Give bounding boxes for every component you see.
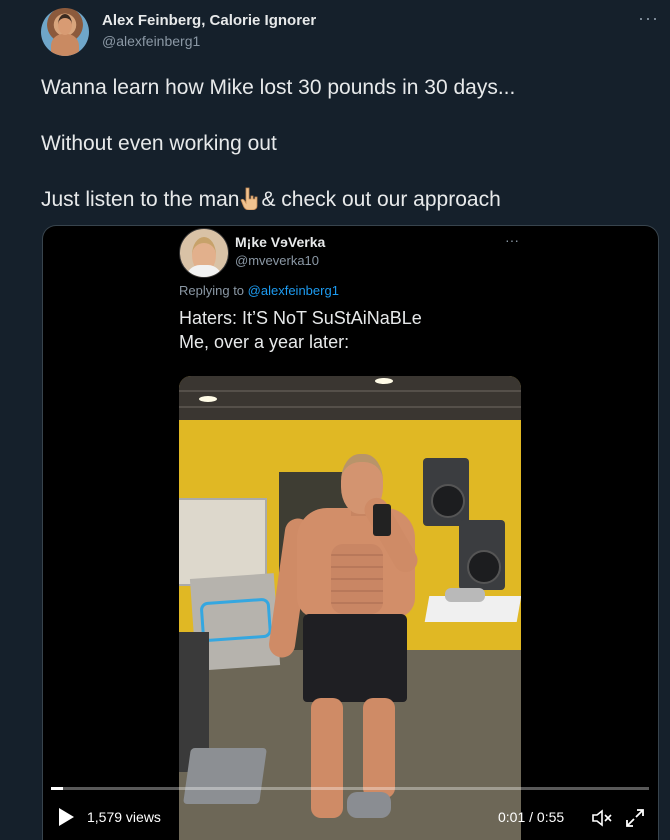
video-player[interactable]: M¡ke VɘVerka @mveverka10 ··· Replying to… (42, 225, 659, 840)
replying-handle: @alexfeinberg1 (247, 283, 339, 298)
speaker-icon (459, 520, 505, 590)
sign-graffiti (199, 597, 273, 643)
avatar-head (58, 14, 72, 35)
pointing-down-emoji-icon (239, 186, 261, 211)
author-name[interactable]: Alex Feinberg, Calorie Ignorer (102, 12, 316, 29)
phone (373, 504, 391, 536)
speaker-cone (467, 550, 501, 584)
avatar-torso (51, 34, 79, 56)
embedded-avatar (179, 228, 229, 278)
speaker-cone (431, 484, 465, 518)
embedded-avatar-shirt (186, 265, 222, 277)
author-avatar[interactable] (41, 8, 89, 56)
embedded-text-line-2: Me, over a year later: (179, 332, 350, 352)
embedded-name: M¡ke VɘVerka (235, 234, 326, 250)
tweet-text: Wanna learn how Mike lost 30 pounds in 3… (41, 74, 641, 242)
more-options-icon[interactable]: ··· (638, 8, 659, 29)
ceiling (179, 376, 521, 420)
replying-to: Replying to @alexfeinberg1 (179, 283, 339, 298)
mute-icon[interactable] (591, 808, 613, 828)
tweet-line-3-text-after: & check out our approach (261, 188, 501, 211)
embedded-more-icon: ··· (505, 232, 519, 248)
gym-photo (179, 376, 521, 840)
ceiling-tile-line (179, 406, 521, 408)
video-time: 0:01 / 0:55 (498, 809, 565, 825)
embedded-text-line-1: Haters: It’S NoT SuStAiNaBLe (179, 308, 422, 328)
author-handle[interactable]: @alexfeinberg1 (102, 33, 200, 49)
embedded-handle: @mveverka10 (235, 253, 320, 268)
tweet-line-3-text: Just listen to the man (41, 188, 240, 211)
chain (445, 588, 485, 602)
replying-prefix: Replying to (179, 283, 245, 298)
progress-fill (51, 787, 63, 790)
ceiling-light (199, 396, 217, 402)
embedded-text: Haters: It’S NoT SuStAiNaBLe Me, over a … (179, 306, 422, 354)
man-shorts (303, 614, 407, 702)
man-abs (331, 544, 383, 614)
video-controls: 1,579 views 0:01 / 0:55 (43, 778, 658, 840)
fullscreen-icon[interactable] (625, 808, 645, 828)
speaker-icon (423, 458, 469, 526)
play-icon[interactable] (59, 808, 74, 826)
tweet-line-2: Without even working out (41, 132, 277, 155)
view-count: 1,579 views (87, 809, 161, 825)
tweet-line-1: Wanna learn how Mike lost 30 pounds in 3… (41, 76, 516, 99)
poster (179, 498, 267, 586)
progress-bar[interactable] (51, 787, 649, 790)
ceiling-light (375, 378, 393, 384)
ceiling-tile-line (179, 390, 521, 392)
tweet-line-3: Just listen to the man & check out our ap… (41, 186, 641, 214)
